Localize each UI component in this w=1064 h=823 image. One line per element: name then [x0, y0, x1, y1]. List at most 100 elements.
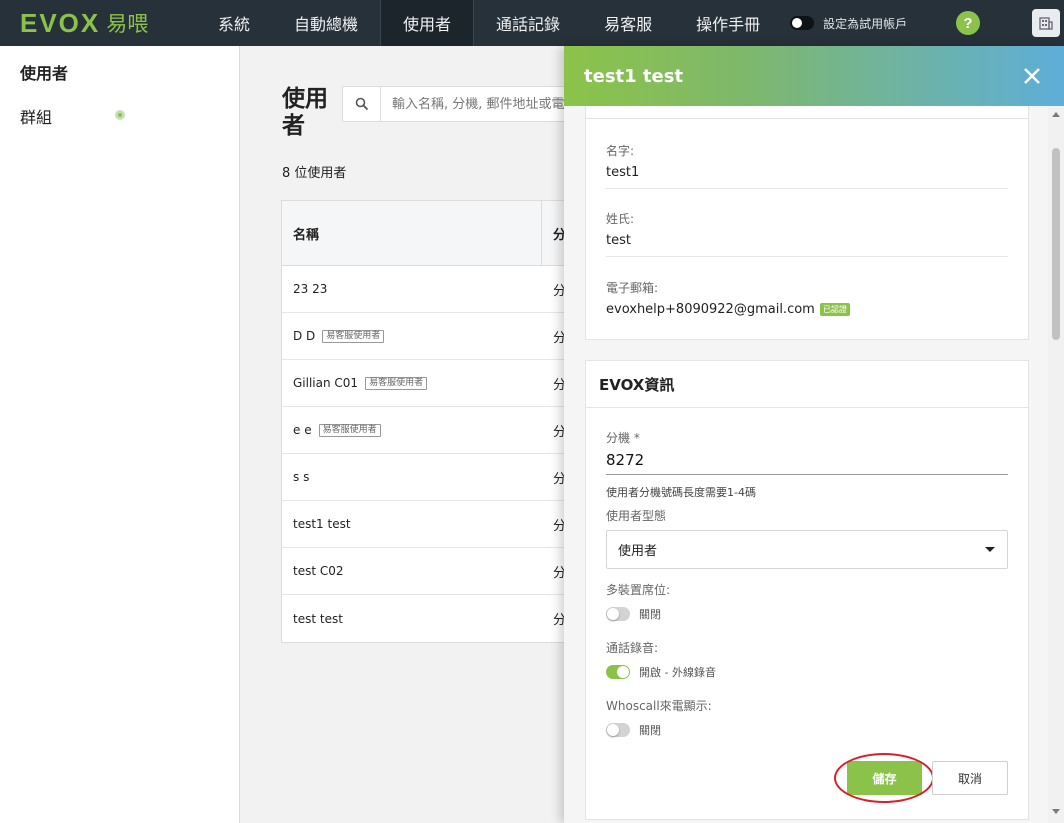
help-icon[interactable]: ? — [956, 11, 980, 35]
user-edit-drawer: test1 test 名字: test1 姓氏: test 電子郵箱: evox… — [564, 46, 1064, 823]
extension-label: 分機 * — [606, 431, 640, 445]
row-name: test C02 — [293, 564, 344, 578]
logo-text: EVOX — [20, 7, 101, 38]
account-menu-icon[interactable] — [1032, 9, 1060, 37]
chevron-down-icon — [985, 547, 995, 552]
nav-call-records[interactable]: 通話記錄 — [474, 0, 582, 46]
first-name-label: 名字: — [606, 144, 635, 158]
nav-users[interactable]: 使用者 — [380, 0, 475, 46]
last-name-label: 姓氏: — [606, 212, 635, 226]
row-ext: 分 — [553, 377, 567, 393]
whoscall-toggle[interactable] — [606, 723, 630, 737]
user-type-select[interactable]: 使用者 — [606, 530, 1008, 569]
service-user-badge: 易客服使用者 — [365, 376, 428, 390]
scroll-down-arrow-icon[interactable] — [1052, 809, 1060, 814]
last-name-value: test — [606, 233, 1008, 257]
search-icon[interactable] — [343, 87, 381, 121]
table-row[interactable]: test1 test 分 — [282, 501, 570, 548]
basic-info-card: 名字: test1 姓氏: test 電子郵箱: evoxhelp+809092… — [585, 106, 1029, 340]
email-row: evoxhelp+8090922@gmail.com 已認證 — [606, 302, 1008, 325]
multi-device-field: 多裝置席位: 關閉 — [606, 581, 1008, 622]
search-box — [342, 86, 582, 122]
column-header-ext[interactable]: 分 — [542, 201, 566, 265]
close-icon[interactable] — [1022, 66, 1042, 86]
row-name: e e — [293, 423, 312, 437]
multi-device-toggle[interactable] — [606, 607, 630, 621]
whoscall-state: 關閉 — [639, 724, 661, 737]
trial-account-toggle[interactable]: 設定為試用帳戶 — [790, 0, 907, 46]
recording-field: 通話錄音: 開啟 - 外線錄音 — [606, 639, 1008, 680]
email-label: 電子郵箱: — [606, 281, 659, 295]
row-name: test test — [293, 611, 343, 626]
email-field: 電子郵箱: evoxhelp+8090922@gmail.com 已認證 — [606, 279, 1008, 325]
table-header: 名稱 分 — [282, 201, 570, 266]
user-type-label: 使用者型態 — [606, 509, 667, 523]
multi-device-label: 多裝置席位: — [606, 583, 671, 597]
row-name: s s — [293, 470, 310, 484]
row-name: test1 test — [293, 517, 351, 531]
evox-section-title: EVOX資訊 — [586, 361, 1028, 408]
groups-status-dot-icon — [115, 110, 125, 120]
service-user-badge: 易客服使用者 — [318, 423, 381, 437]
cancel-button[interactable]: 取消 — [932, 761, 1008, 795]
user-count: 8 位使用者 — [282, 166, 347, 181]
row-ext: 分 — [553, 565, 567, 581]
row-name: 23 23 — [293, 282, 328, 296]
table-row[interactable]: 23 23 分 — [282, 266, 570, 313]
evox-info-card: EVOX資訊 分機 * 8272 使用者分機號碼長度需要1-4碼 使用者型態 使… — [585, 360, 1029, 820]
page-title: 使用者 — [282, 86, 328, 139]
table-row[interactable]: D D 易客服使用者 分 — [282, 313, 570, 360]
last-name-field: 姓氏: test — [606, 210, 1008, 257]
trial-switch[interactable] — [790, 16, 815, 30]
top-nav: EVOX 易喂 系統 自動總機 使用者 通話記錄 易客服 操作手冊 設定為試用帳… — [0, 0, 1064, 46]
logo-sub-text: 易喂 — [106, 12, 149, 36]
row-ext: 分 — [553, 471, 567, 487]
table-row[interactable]: test test 分 — [282, 595, 570, 642]
recording-toggle[interactable] — [606, 665, 630, 679]
recording-state: 開啟 - 外線錄音 — [639, 666, 716, 679]
nav-customer-service[interactable]: 易客服 — [582, 0, 674, 46]
user-type-value: 使用者 — [618, 544, 658, 559]
table-row[interactable]: Gillian C01 易客服使用者 分 — [282, 360, 570, 407]
save-highlight-ring — [834, 753, 934, 803]
recording-label: 通話錄音: — [606, 641, 659, 655]
row-name: D D — [293, 329, 316, 343]
row-ext: 分 — [553, 613, 567, 628]
first-name-field: 名字: test1 — [606, 142, 1008, 189]
drawer-scrollbar[interactable] — [1048, 106, 1064, 823]
nav-manual[interactable]: 操作手冊 — [674, 0, 782, 46]
column-header-name[interactable]: 名稱 — [282, 201, 542, 265]
email-value: evoxhelp+8090922@gmail.com — [606, 302, 815, 317]
row-ext: 分 — [553, 518, 567, 534]
user-type-field: 使用者型態 使用者 — [606, 507, 1008, 569]
table-row[interactable]: s s 分 — [282, 454, 570, 501]
extension-input[interactable]: 8272 — [606, 446, 1008, 475]
verified-badge: 已認證 — [819, 303, 850, 316]
row-ext: 分 — [553, 283, 567, 299]
drawer-title: test1 test — [584, 65, 684, 87]
drawer-header: test1 test — [564, 46, 1064, 106]
row-ext: 分 — [553, 424, 567, 440]
search-input[interactable] — [381, 96, 581, 112]
service-user-badge: 易客服使用者 — [322, 329, 385, 343]
logo[interactable]: EVOX 易喂 — [0, 0, 196, 46]
nav-auto-attendant[interactable]: 自動總機 — [272, 0, 380, 46]
row-ext: 分 — [553, 330, 567, 346]
first-name-value: test1 — [606, 165, 1008, 189]
table-row[interactable]: test C02 分 — [282, 548, 570, 595]
sidebar: 使用者 群組 — [0, 46, 240, 823]
whoscall-label: Whoscall來電顯示: — [606, 699, 712, 713]
scroll-thumb[interactable] — [1052, 148, 1060, 340]
whoscall-field: Whoscall來電顯示: 關閉 — [606, 697, 1008, 738]
table-row[interactable]: e e 易客服使用者 分 — [282, 407, 570, 454]
extension-field: 分機 * 8272 使用者分機號碼長度需要1-4碼 — [606, 429, 1008, 500]
extension-hint: 使用者分機號碼長度需要1-4碼 — [606, 486, 756, 499]
trial-label: 設定為試用帳戶 — [823, 16, 908, 31]
scroll-up-arrow-icon[interactable] — [1052, 112, 1060, 117]
row-name: Gillian C01 — [293, 376, 359, 390]
sidebar-item-groups[interactable]: 群組 — [20, 104, 52, 128]
users-table: 名稱 分 23 23 分 D D 易客服使用者 分 Gillian C01 易客服使… — [281, 200, 571, 643]
sidebar-item-users[interactable]: 使用者 — [20, 60, 68, 84]
nav-system[interactable]: 系統 — [196, 0, 272, 46]
multi-device-state: 關閉 — [639, 608, 661, 621]
